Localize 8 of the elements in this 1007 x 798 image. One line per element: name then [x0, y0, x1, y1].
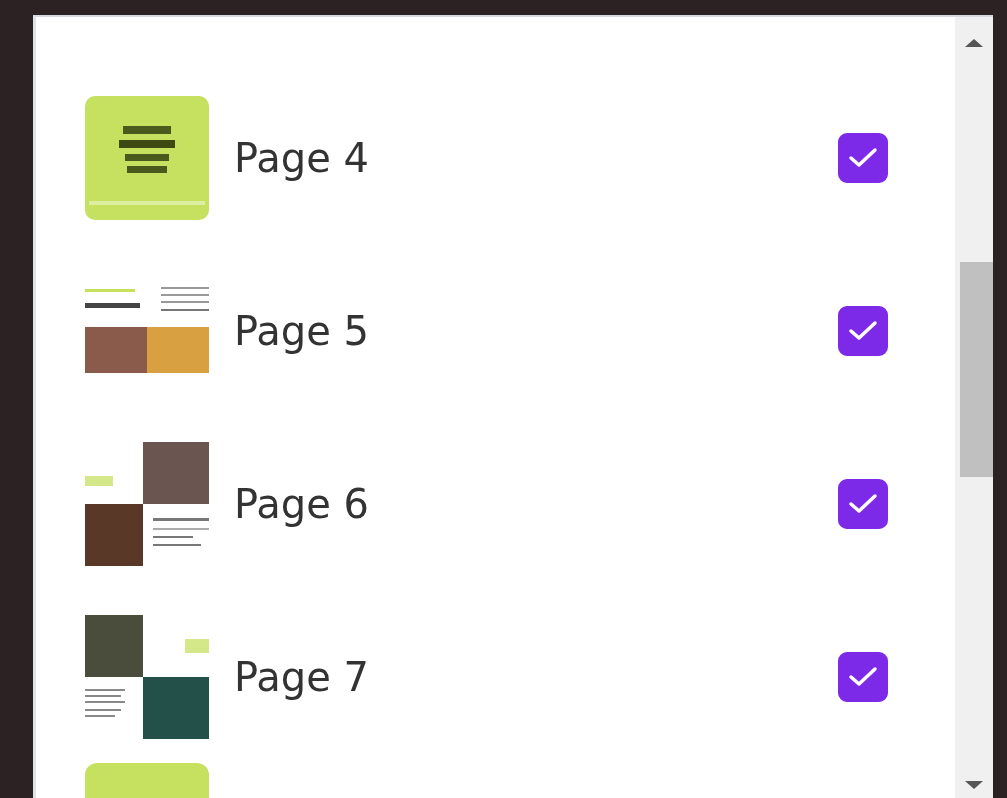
checkbox[interactable] — [838, 132, 888, 183]
checkbox[interactable] — [838, 305, 888, 356]
check-icon — [848, 665, 878, 688]
check-icon — [848, 146, 878, 169]
checkbox[interactable] — [838, 651, 888, 702]
check-icon — [848, 319, 878, 342]
check-icon — [848, 492, 878, 515]
checkbox[interactable] — [838, 478, 888, 529]
